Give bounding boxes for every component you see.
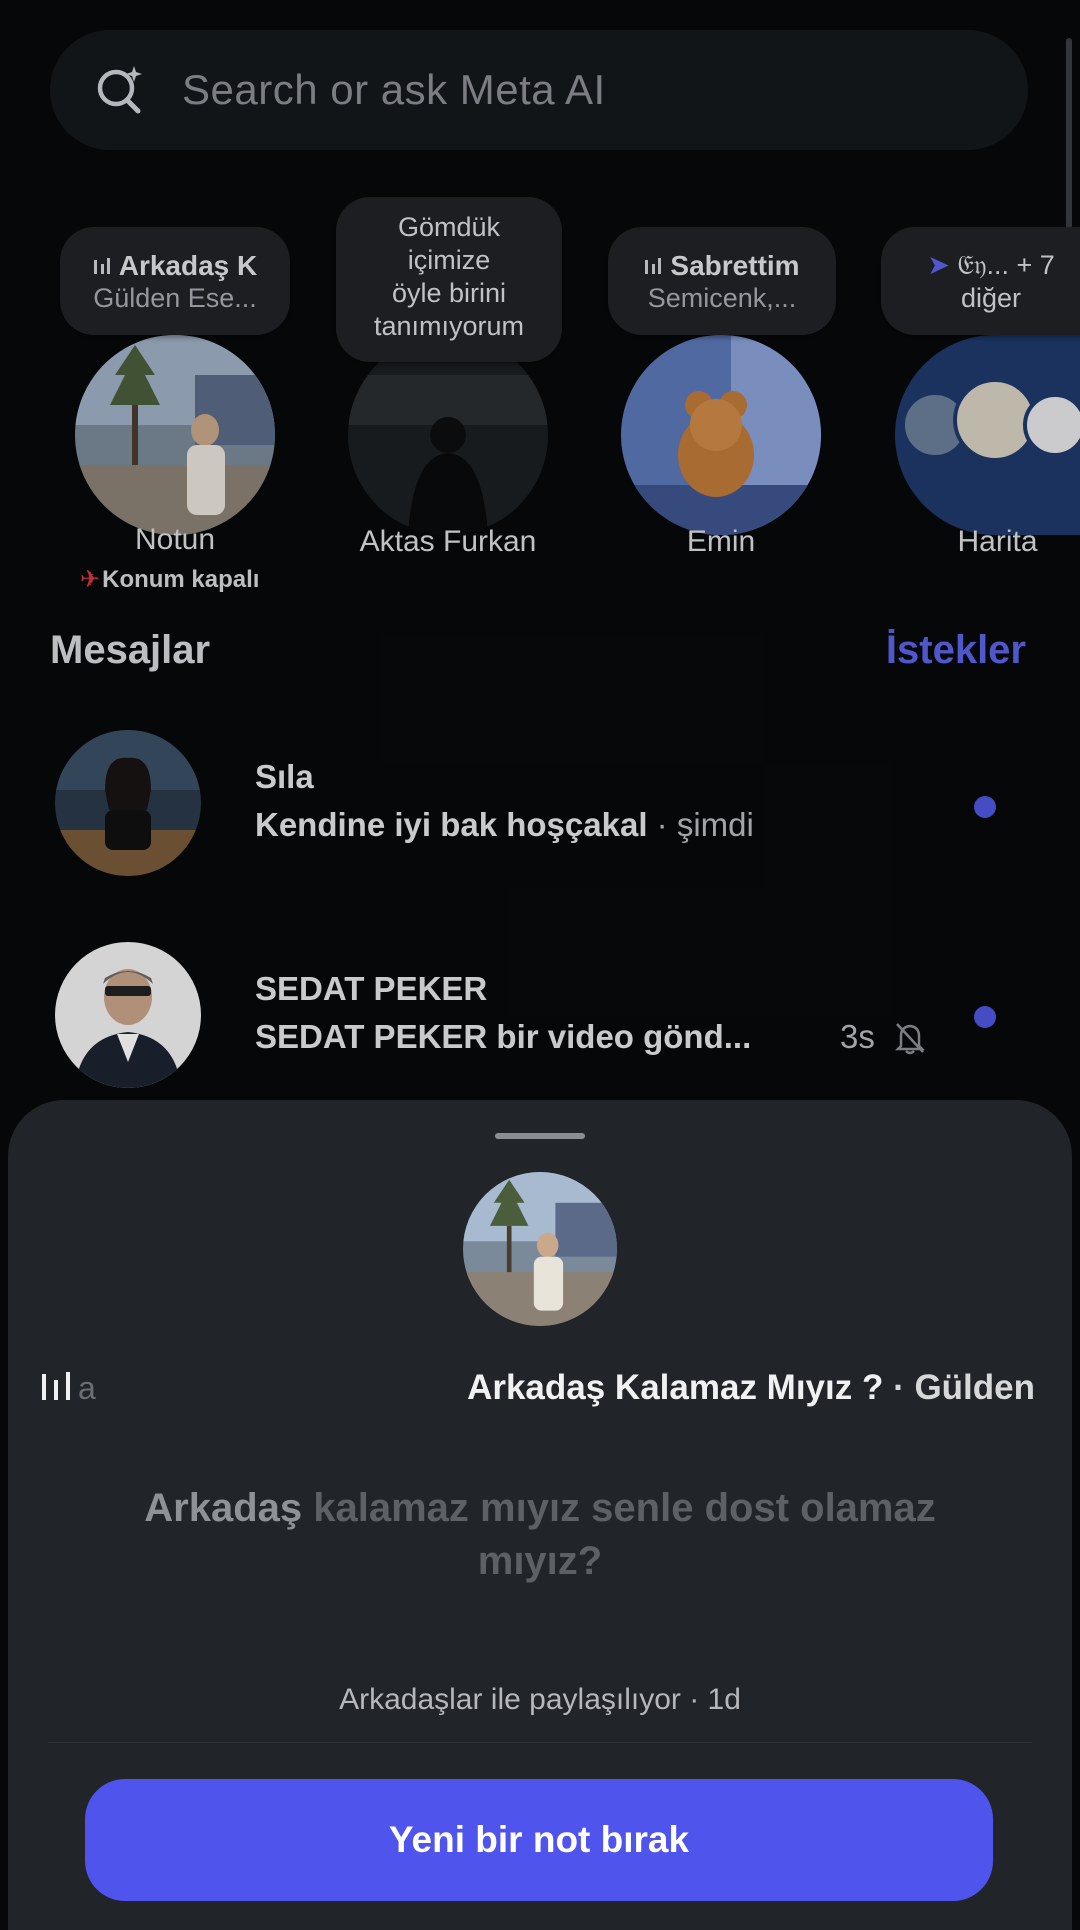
audience-info: Arkadaşlar ile paylaşılıyor · 1d [339,1683,741,1716]
sheet-drag-handle[interactable] [495,1133,585,1139]
lyrics-text: kalamaz mıyız senle dost olamaz mıyız? [302,1486,936,1583]
song-title: Arkadaş Kalamaz Mıyız ? [467,1368,884,1407]
own-avatar [463,1172,617,1326]
leave-new-note-button[interactable]: Yeni bir not bırak [85,1779,993,1901]
song-artist: · Gülden [883,1368,1035,1407]
song-marquee-fade: a [78,1370,96,1406]
music-bars-icon [42,1372,70,1400]
song-title-line: Arkadaş Kalamaz Mıyız ? · Gülden [467,1368,1035,1408]
song-lyrics: Arkadaş kalamaz mıyız senle dost olamaz … [140,1482,940,1588]
lyrics-current-word: Arkadaş [144,1486,303,1530]
divider [48,1742,1032,1743]
